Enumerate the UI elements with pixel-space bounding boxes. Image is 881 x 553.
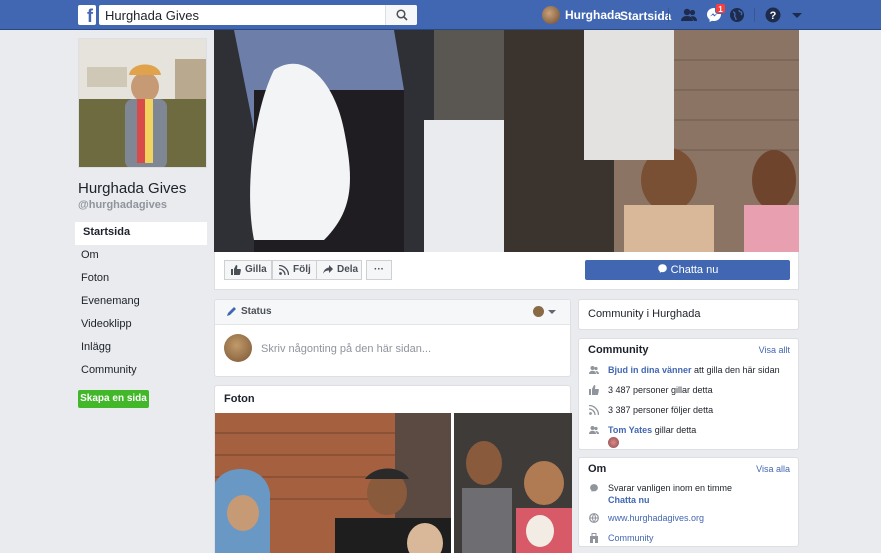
profile-link[interactable]: Hurghada <box>542 6 621 24</box>
home-link[interactable]: Startsida <box>620 9 671 23</box>
chat-now-button[interactable]: Chatta nu <box>585 260 790 280</box>
invite-friends-link[interactable]: Bjud in dina vänner <box>608 365 692 375</box>
more-options-button[interactable]: ··· <box>366 260 392 280</box>
category-link[interactable]: Community <box>608 533 654 543</box>
status-input[interactable]: Skriv någonting på den här sidan... <box>261 343 431 355</box>
friend-likes-row: Tom Yates gillar detta <box>579 424 798 448</box>
photos-card: Foton <box>214 385 572 553</box>
website-row: www.hurghadagives.org <box>579 512 798 524</box>
page-handle[interactable]: @hurghadagives <box>78 199 167 211</box>
messenger-icon <box>657 264 667 273</box>
photo-thumbnail[interactable] <box>454 413 572 553</box>
divider <box>668 8 669 22</box>
follows-count-row: 3 387 personer följer detta <box>579 404 798 416</box>
top-navigation-bar: f Hurghada Startsida 1 ? <box>0 0 881 30</box>
status-tab[interactable]: Status <box>215 300 570 325</box>
avatar <box>542 6 560 24</box>
child-photo <box>79 39 206 167</box>
likes-count-row: 3 487 personer gillar detta <box>579 384 798 396</box>
nav-item-community[interactable]: Community <box>75 360 207 383</box>
follow-rss-icon <box>589 405 599 415</box>
friends-icon <box>589 366 599 374</box>
messenger-icon <box>590 484 598 492</box>
website-link[interactable]: www.hurghadagives.org <box>608 513 704 523</box>
avatar[interactable] <box>533 306 544 317</box>
search-box <box>99 5 417 25</box>
share-button[interactable]: Dela <box>316 260 362 280</box>
like-thumb-icon <box>231 265 241 275</box>
see-all-link[interactable]: Visa allt <box>759 339 790 361</box>
status-composer: Status Skriv någonting på den här sidan.… <box>214 299 571 377</box>
community-title: Community <box>588 344 649 356</box>
photos-title[interactable]: Foton <box>215 386 570 413</box>
notifications-globe-icon[interactable] <box>728 6 746 24</box>
community-city-link[interactable]: Community i Hurghada <box>578 299 799 330</box>
facebook-logo-icon[interactable]: f <box>78 5 96 25</box>
status-body: Skriv någonting på den här sidan... <box>215 325 570 377</box>
photo-image <box>454 413 572 553</box>
nav-item-startsida[interactable]: Startsida <box>75 222 207 245</box>
follow-rss-icon <box>279 265 289 275</box>
search-icon <box>396 9 408 21</box>
help-icon[interactable]: ? <box>764 6 782 24</box>
response-time-row: Svarar vanligen inom en timme Chatta nu <box>579 482 798 506</box>
account-menu-caret-icon[interactable] <box>788 6 806 24</box>
cover-photo[interactable] <box>214 30 799 252</box>
like-button[interactable]: Gilla <box>224 260 272 280</box>
friend-name-link[interactable]: Tom Yates <box>608 425 652 435</box>
friend-requests-icon[interactable] <box>680 6 698 24</box>
cover-image <box>214 30 799 252</box>
pencil-icon <box>227 307 236 316</box>
page-action-bar: Gilla Följ Dela ··· Chatta nu <box>214 252 799 290</box>
see-all-link[interactable]: Visa alla <box>756 458 790 480</box>
building-icon <box>590 533 598 543</box>
about-card-header: Om Visa alla <box>579 458 798 480</box>
svg-text:?: ? <box>770 10 777 22</box>
divider <box>754 8 755 22</box>
search-input[interactable] <box>99 5 379 25</box>
photo-image <box>215 413 451 553</box>
about-title: Om <box>588 463 607 475</box>
chevron-down-icon[interactable] <box>548 310 556 314</box>
community-card: Community Visa allt Bjud in dina vänner … <box>578 338 799 450</box>
page-left-navigation: Startsida Om Foton Evenemang Videoklipp … <box>75 222 207 383</box>
follow-button[interactable]: Följ <box>272 260 317 280</box>
create-page-button[interactable]: Skapa en sida <box>78 390 149 408</box>
response-time-text: Svarar vanligen inom en timme <box>608 483 733 493</box>
avatar <box>224 334 252 362</box>
user-name: Hurghada <box>565 8 622 22</box>
share-arrow-icon <box>323 265 333 274</box>
nav-item-om[interactable]: Om <box>75 245 207 268</box>
about-card: Om Visa alla Svarar vanligen inom en tim… <box>578 457 799 547</box>
friend-avatar[interactable] <box>608 437 619 448</box>
photo-thumbnail[interactable] <box>215 413 451 553</box>
community-card-header: Community Visa allt <box>579 339 798 361</box>
search-button[interactable] <box>385 5 417 25</box>
messages-badge: 1 <box>715 3 726 14</box>
page-title[interactable]: Hurghada Gives <box>78 180 186 197</box>
nav-item-evenemang[interactable]: Evenemang <box>75 291 207 314</box>
page-profile-picture[interactable] <box>78 38 207 168</box>
chat-now-link[interactable]: Chatta nu <box>608 494 798 506</box>
globe-icon <box>589 513 599 523</box>
like-thumb-icon <box>589 385 599 395</box>
nav-item-inlagg[interactable]: Inlägg <box>75 337 207 360</box>
nav-item-foton[interactable]: Foton <box>75 268 207 291</box>
invite-friends-row: Bjud in dina vänner att gilla den här si… <box>579 364 798 376</box>
category-row: Community <box>579 532 798 544</box>
friends-icon <box>589 426 599 434</box>
nav-item-videoklipp[interactable]: Videoklipp <box>75 314 207 337</box>
